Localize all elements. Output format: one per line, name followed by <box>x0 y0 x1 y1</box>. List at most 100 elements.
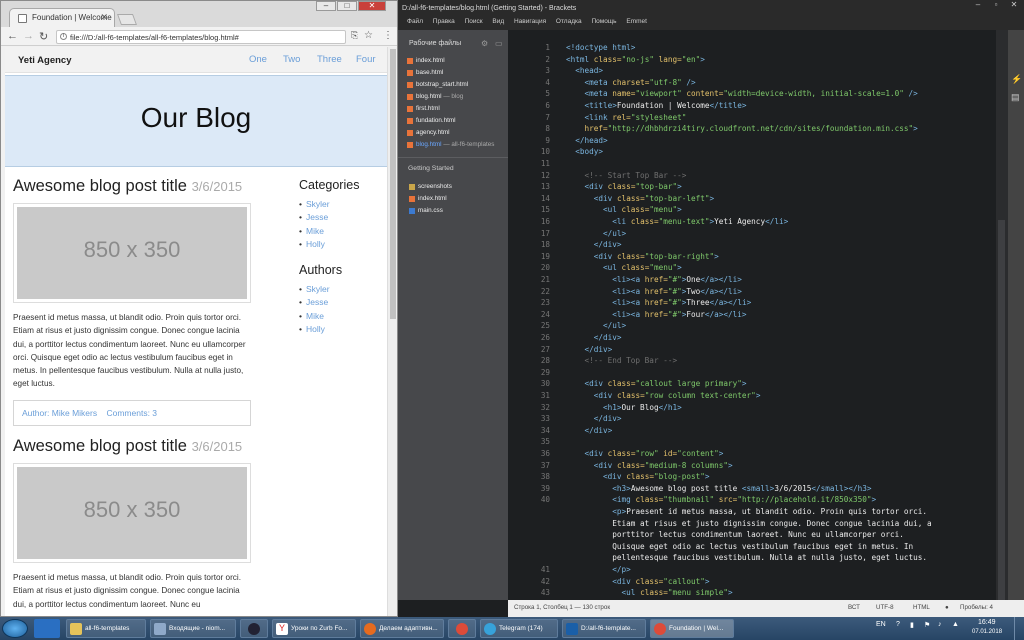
extension-manager-icon[interactable]: ▤ <box>1011 92 1020 103</box>
address-bar[interactable]: i file:///D:/all-f6-templates/all-f6-tem… <box>56 30 346 44</box>
browser-tab[interactable]: Foundation | Welcome ✕ <box>9 8 115 27</box>
code-line[interactable]: <!-- End Top Bar --> <box>558 355 678 366</box>
menu-debug[interactable]: Отладка <box>556 18 582 25</box>
category-link[interactable]: Holly <box>299 238 379 251</box>
encoding-select[interactable]: UTF-8 <box>876 604 894 611</box>
show-desktop-button[interactable] <box>1014 617 1024 640</box>
info-icon[interactable]: i <box>60 33 67 40</box>
author-item-link[interactable]: Mike <box>299 310 379 323</box>
code-line[interactable]: <h3>Awesome blog post title <small>3/6/2… <box>558 483 871 494</box>
code-line[interactable]: <li><a href="#">One</a></li> <box>558 274 742 285</box>
bookmark-star-icon[interactable]: ☆ <box>364 30 373 41</box>
scrollbar-thumb[interactable] <box>390 49 396 319</box>
indent-setting[interactable]: Пробелы: 4 <box>960 604 993 611</box>
menu-link-two[interactable]: Two <box>283 54 300 65</box>
code-line[interactable]: <ul class="menu"> <box>558 262 682 273</box>
working-file-item[interactable]: base.html <box>407 69 443 76</box>
working-file-item[interactable]: blog.html — blog <box>407 93 463 100</box>
close-window-button[interactable]: ✕ <box>1004 0 1024 14</box>
reload-icon[interactable]: ↻ <box>39 30 48 43</box>
code-line[interactable]: <div class="top-bar"> <box>558 181 682 192</box>
code-line[interactable]: <meta charset="utf-8" /> <box>558 77 696 88</box>
code-line[interactable]: </ul> <box>558 228 626 239</box>
code-line[interactable]: <title>Foundation | Welcome</title> <box>558 100 747 111</box>
author-link[interactable]: Author: Mike Mikers <box>22 408 97 418</box>
code-line[interactable]: </p> <box>558 564 631 575</box>
menu-find[interactable]: Поиск <box>465 18 483 25</box>
taskbar-brackets[interactable]: D:/all-f6-template... <box>562 619 646 638</box>
code-line[interactable]: pellentesque faucibus vestibulum. Nulla … <box>558 552 927 563</box>
translate-icon[interactable]: ⎘ <box>351 30 358 41</box>
code-line[interactable]: <!doctype html> <box>558 42 635 53</box>
tray-flag-icon[interactable]: ⚑ <box>924 621 930 629</box>
working-file-item-active[interactable]: blog.html — all-f6-templates <box>407 141 494 148</box>
minimize-button[interactable]: – <box>968 0 988 14</box>
comments-link[interactable]: Comments: 3 <box>106 408 157 418</box>
author-item-link[interactable]: Holly <box>299 323 379 336</box>
project-file-item[interactable]: index.html <box>409 195 447 202</box>
menu-edit[interactable]: Правка <box>433 18 455 25</box>
category-link[interactable]: Mike <box>299 225 379 238</box>
start-button[interactable] <box>2 619 28 638</box>
split-view-icon[interactable]: ▭ <box>495 39 503 48</box>
code-editor[interactable]: <!doctype html> <html class="no-js" lang=… <box>558 30 998 600</box>
taskbar-yandex[interactable]: Y Уроки по Zurb Fo... <box>272 619 356 638</box>
taskbar-chrome-active[interactable]: Foundation | Wel... <box>650 619 734 638</box>
scrollbar-thumb[interactable] <box>998 220 1005 600</box>
category-link[interactable]: Jesse <box>299 211 379 224</box>
menu-link-four[interactable]: Four <box>356 54 376 65</box>
tray-volume-icon[interactable]: ♪ <box>938 621 942 628</box>
clock-date[interactable]: 07.01.2018 <box>972 629 1002 635</box>
code-line[interactable]: <!-- Start Top Bar --> <box>558 170 687 181</box>
code-line[interactable]: </div> <box>558 344 613 355</box>
taskbar-lock-app[interactable] <box>240 619 268 638</box>
code-line[interactable]: <li><a href="#">Two</a></li> <box>558 286 742 297</box>
code-line[interactable]: <div class="top-bar-right"> <box>558 251 719 262</box>
tray-network-icon[interactable]: ▮ <box>910 621 914 629</box>
chrome-menu-icon[interactable]: ⋮ <box>383 30 393 41</box>
code-line[interactable] <box>558 436 566 447</box>
working-file-item[interactable]: first.html <box>407 105 440 112</box>
taskbar-firefox[interactable]: Делаем адаптивн... <box>360 619 444 638</box>
author-item-link[interactable]: Skyler <box>299 283 379 296</box>
code-line[interactable]: <div class="top-bar-left"> <box>558 193 714 204</box>
code-line[interactable] <box>558 158 566 169</box>
menu-link-one[interactable]: One <box>249 54 267 65</box>
code-line[interactable]: href="http://dhbhdrzi4tiry.cloudfront.ne… <box>558 123 918 134</box>
code-line[interactable]: <p>Praesent id metus massa, ut blandit o… <box>558 506 927 517</box>
code-line[interactable]: porttitor lectus condimentum laoreet. Nu… <box>558 529 904 540</box>
insert-mode[interactable]: ВСТ <box>848 604 860 611</box>
taskbar-explorer[interactable]: all-f6-templates <box>66 619 146 638</box>
taskbar-mail[interactable]: Входящие - niom... <box>150 619 236 638</box>
code-line[interactable]: </div> <box>558 239 622 250</box>
project-heading[interactable]: Getting Started <box>408 165 454 172</box>
code-line[interactable]: <h1>Our Blog</h1> <box>558 402 682 413</box>
menu-emmet[interactable]: Emmet <box>626 18 647 25</box>
page-scrollbar[interactable] <box>387 47 397 616</box>
language-indicator[interactable]: EN <box>876 621 886 628</box>
code-line[interactable]: </ul> <box>558 320 626 331</box>
working-file-item[interactable]: fundation.html <box>407 117 456 124</box>
internet-explorer-icon[interactable] <box>34 619 60 638</box>
code-line[interactable]: <div class="callout large primary"> <box>558 378 747 389</box>
code-line[interactable]: <li class="menu-text">Yeti Agency</li> <box>558 216 788 227</box>
code-line[interactable]: <ul class="menu"> <box>558 204 682 215</box>
code-line[interactable]: <div class="row column text-center"> <box>558 390 761 401</box>
close-window-button[interactable]: ✕ <box>358 1 386 11</box>
back-icon[interactable]: ← <box>7 30 18 42</box>
code-line[interactable]: <li><a href="#">Four</a></li> <box>558 309 746 320</box>
code-line[interactable]: <div class="blog-post"> <box>558 471 710 482</box>
working-file-item[interactable]: agency.html <box>407 129 449 136</box>
code-line[interactable]: </div> <box>558 413 622 424</box>
project-folder-item[interactable]: screenshots <box>409 183 452 190</box>
code-line[interactable]: </head> <box>558 135 607 146</box>
maximize-button[interactable]: □ <box>337 1 357 11</box>
code-line[interactable]: <html class="no-js" lang="en"> <box>558 54 705 65</box>
working-file-item[interactable]: botstrap_start.html <box>407 81 468 88</box>
code-line[interactable]: <ul class="menu simple"> <box>558 587 733 598</box>
category-link[interactable]: Skyler <box>299 198 379 211</box>
menu-file[interactable]: Файл <box>407 18 423 25</box>
author-item-link[interactable]: Jesse <box>299 296 379 309</box>
code-line[interactable]: <img class="thumbnail" src="http://place… <box>558 494 876 505</box>
code-line[interactable]: <head> <box>558 65 603 76</box>
